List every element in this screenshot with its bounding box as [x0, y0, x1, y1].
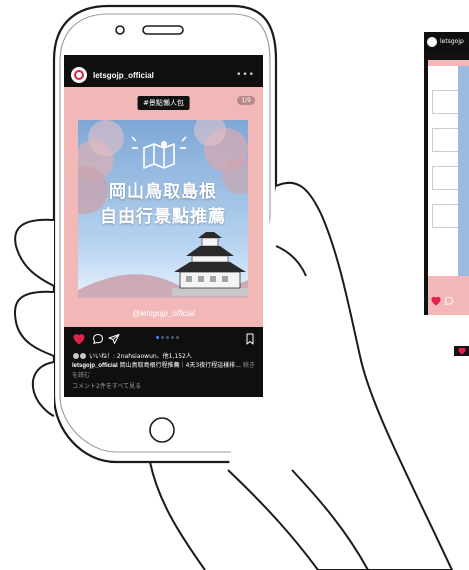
front-camera-icon [115, 25, 125, 35]
right-comment-icon [444, 296, 454, 306]
caption-text: 岡山鳥取島根行程推薦｜4天3夜行程這樣排... [119, 362, 241, 369]
post-header: letsgojp_official ••• [64, 63, 263, 87]
carousel-indicator [156, 336, 179, 339]
bookmark-icon[interactable] [245, 333, 255, 345]
hand-finger-1 [14, 290, 55, 357]
home-button-icon[interactable] [149, 417, 175, 443]
right-preview-avatar [427, 37, 437, 47]
right-preview-box-4 [432, 204, 460, 228]
send-icon[interactable] [108, 333, 120, 345]
right-preview-box-2 [432, 128, 460, 152]
right-preview-box-3 [432, 166, 460, 190]
post-title-line2: 自由行景點推薦 [100, 207, 226, 227]
right-preview-card: letsgojp [424, 32, 469, 315]
small-heart-icon [458, 347, 466, 355]
right-heart-icon [431, 296, 441, 306]
right-preview-username: letsgojp [440, 38, 464, 45]
more-options-icon[interactable]: ••• [236, 70, 255, 80]
view-comments-link[interactable]: コメント2件をすべて見る [72, 381, 141, 390]
username[interactable]: letsgojp_official [93, 71, 154, 80]
liked-by-avatars [72, 351, 87, 360]
caption: letsgojp_official 岡山鳥取島根行程推薦｜4天3夜行程這樣排..… [72, 361, 255, 380]
phone-screen[interactable]: letsgojp_official ••• #景點懶人包 1/9 岡山鳥取島根 … [64, 55, 263, 397]
post-title-line1: 岡山鳥取島根 [109, 182, 217, 202]
heart-icon[interactable] [72, 333, 86, 345]
caption-username[interactable]: letsgojp_official [72, 363, 118, 369]
comment-icon[interactable] [92, 333, 104, 345]
post-card[interactable]: #景點懶人包 1/9 岡山鳥取島根 自由行景點推薦 @letsgojp_offi… [64, 87, 263, 327]
profile-avatar[interactable] [71, 67, 87, 83]
post-actions [64, 331, 263, 347]
right-preview-box-1 [432, 90, 460, 114]
post-image: 岡山鳥取島根 自由行景點推薦 [78, 120, 248, 298]
hand-thumb [14, 218, 55, 287]
likes-row: いいね！: 2nahsiaowun、他1,152人 [72, 351, 192, 360]
right-small-like [454, 346, 469, 356]
right-preview-panel [428, 66, 460, 276]
likes-text: いいね！: 2nahsiaowun、他1,152人 [89, 353, 192, 360]
hand-wrist-line [149, 461, 206, 570]
watermark: @letsgojp_official [132, 309, 195, 318]
speaker-grill [142, 25, 184, 35]
right-preview-header: letsgojp [424, 32, 469, 52]
hand-finger-2 [31, 361, 55, 417]
right-preview-image [458, 66, 469, 276]
hashtag-badge: #景點懶人包 [137, 96, 190, 110]
carousel-counter: 1/9 [237, 96, 255, 105]
